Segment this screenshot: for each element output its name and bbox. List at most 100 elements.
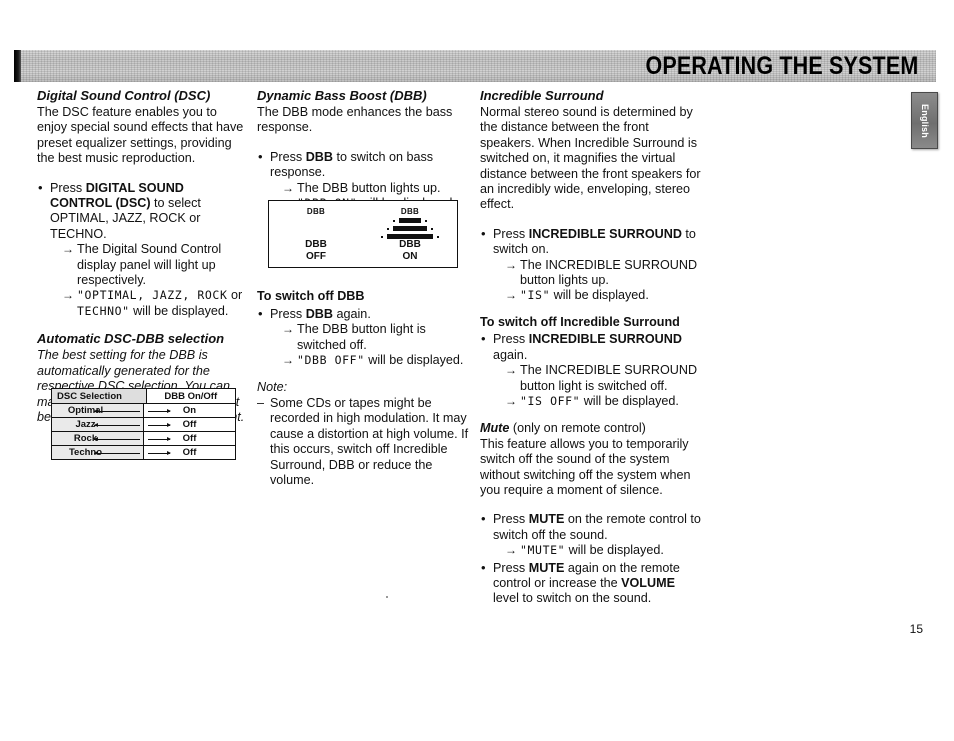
list-item: Press DBB again. The DBB button light is… [257,306,473,369]
dsc-display-suffix: will be displayed. [129,303,229,318]
is-off-press-prefix: Press [493,332,529,347]
language-tab-label: English [919,103,930,138]
heading-switch-off-incredible-surround: To switch off Incredible Surround [480,314,680,329]
lcd-text-dsc-modes: "OPTIMAL, JAZZ, ROCK [77,288,228,303]
dbb-switchoff-result-list: The DBB button light is switched off. "D… [270,322,473,369]
is-result-list: The INCREDIBLE SURROUND button lights up… [493,258,702,305]
note-list: Some CDs or tapes might be recorded in h… [257,396,473,488]
dsc-intro-text: The DSC feature enables you to enjoy spe… [37,105,244,166]
mute-display-suffix: will be displayed. [565,543,664,558]
table-row: Optimal On [52,403,235,417]
mute-title-note: (only on remote control) [509,421,646,436]
table-header-cell-selection: DSC Selection [52,389,147,403]
list-item: "DBB OFF" will be displayed. [282,353,473,369]
mute-press2-prefix: Press [493,560,529,575]
bar-fill [399,218,421,223]
table-cell-label: Jazz [75,419,96,430]
table-cell-selection: Rock [52,432,144,445]
list-item: Press MUTE on the remote control to swit… [480,511,702,559]
column-dynamic-bass-boost: Dynamic Bass Boost (DBB) The DBB mode en… [257,88,473,488]
dbb-display-label-on: DBB [400,207,420,216]
dbb-off-caption: DBB OFF [269,239,363,262]
bar-dot [437,236,439,238]
column-incredible-surround: Incredible Surround Normal stereo sound … [480,88,702,607]
table-cell-dbb: On [144,404,235,417]
table-row: Rock Off [52,431,235,445]
bar-dot [431,228,433,230]
page-title: OPERATING THE SYSTEM [644,52,918,80]
lcd-text-techno: TECHNO" [77,303,130,318]
is-button-name: INCREDIBLE SURROUND [528,332,682,347]
switchoff-press-suffix: again. [333,306,371,321]
dbb-display-label-off: DBB [306,207,326,216]
bass-bar-medium [363,226,457,232]
heading-dbb: Dynamic Bass Boost (DBB) [257,88,427,103]
mute-press-prefix: Press [493,512,529,527]
is-button-name: INCREDIBLE SURROUND [528,226,682,241]
caption-line: OFF [306,250,326,262]
list-item: Some CDs or tapes might be recorded in h… [257,396,473,488]
table-header-label: DBB On/Off [164,390,218,402]
dsc-dbb-table: DSC Selection DBB On/Off Optimal On Jazz [51,388,236,460]
dbb-press-prefix: Press [270,149,306,164]
table-cell-label: Off [182,433,197,444]
table-cell-dbb: Off [144,418,235,431]
list-item: The INCREDIBLE SURROUND button lights up… [505,258,702,289]
heading-incredible-surround: Incredible Surround [480,88,604,103]
table-row: Techno Off [52,445,235,459]
is-display-suffix: will be displayed. [550,288,649,303]
table-cell-label: Rock [73,433,98,444]
lcd-text-dbb-off: "DBB OFF" [297,353,365,368]
dsc-press-prefix: Press [50,180,86,195]
dbb-on-illustration: DBB DBB ON [363,201,457,267]
is-switchoff-result-list: The INCREDIBLE SURROUND button light is … [493,363,702,410]
bar-dot [393,220,395,222]
list-item: Press MUTE again on the remote control o… [480,560,702,607]
dsc-bullet-list: Press DIGITAL SOUND CONTROL (DSC) to sel… [37,180,249,320]
table-cell-label: Off [182,419,197,430]
table-cell-label: Techno [68,447,103,458]
mute-bullet-list: Press MUTE on the remote control to swit… [480,511,702,607]
list-item: "MUTE" will be displayed. [505,543,702,559]
table-header-label: DSC Selection [57,390,122,402]
dsc-result-list: The Digital Sound Control display panel … [50,242,249,319]
list-item: The Digital Sound Control display panel … [62,242,249,288]
dbb-off-illustration: DBB DBB OFF [269,201,363,267]
table-cell-label: Optimal [67,405,104,416]
note-label: Note: [257,380,288,395]
arrow-head-icon [148,408,171,413]
table-row: Jazz Off [52,417,235,431]
table-header-row: DSC Selection DBB On/Off [52,389,235,403]
list-item: Press INCREDIBLE SURROUND again. The INC… [480,331,702,410]
is-press-prefix: Press [493,226,529,241]
table-cell-label: On [182,405,197,416]
table-cell-selection: Optimal [52,404,144,417]
list-item: "IS OFF" will be displayed. [505,394,702,410]
scanned-manual-page: OPERATING THE SYSTEM English Digital Sou… [0,0,954,741]
dbb-button-name: DBB [305,306,333,321]
list-item: The DBB button lights up. [282,181,473,197]
scan-artifact [386,596,388,598]
caption-line: DBB [399,239,421,250]
switchoff-press-prefix: Press [270,306,306,321]
arrow-head-icon [148,436,171,441]
mute-result-list: "MUTE" will be displayed. [493,543,702,559]
volume-button-name: VOLUME [621,575,675,590]
table-cell-selection: Techno [52,446,144,459]
table-cell-selection: Jazz [52,418,144,431]
is-off-press-suffix: again. [493,347,528,362]
bass-bar-small [363,218,457,224]
dbb-switchoff-list: Press DBB again. The DBB button light is… [257,306,473,369]
lcd-text-mute: "MUTE" [520,543,566,558]
heading-automatic-dsc-dbb: Automatic DSC-DBB selection [37,331,225,347]
is-switchoff-list: Press INCREDIBLE SURROUND again. The INC… [480,331,702,410]
column-digital-sound-control: Digital Sound Control (DSC) The DSC feat… [37,88,249,425]
lcd-text-is: "IS" [520,288,551,303]
table-header-cell-dbb: DBB On/Off [146,389,235,403]
list-item: The DBB button light is switched off. [282,322,473,353]
bar-dot [387,228,389,230]
list-item: "OPTIMAL, JAZZ, ROCK or TECHNO" will be … [62,288,249,319]
mute-button-name: MUTE [528,512,565,527]
table-cell-label: Off [182,447,197,458]
mute-body-text: This feature allows you to temporarily s… [480,436,691,497]
